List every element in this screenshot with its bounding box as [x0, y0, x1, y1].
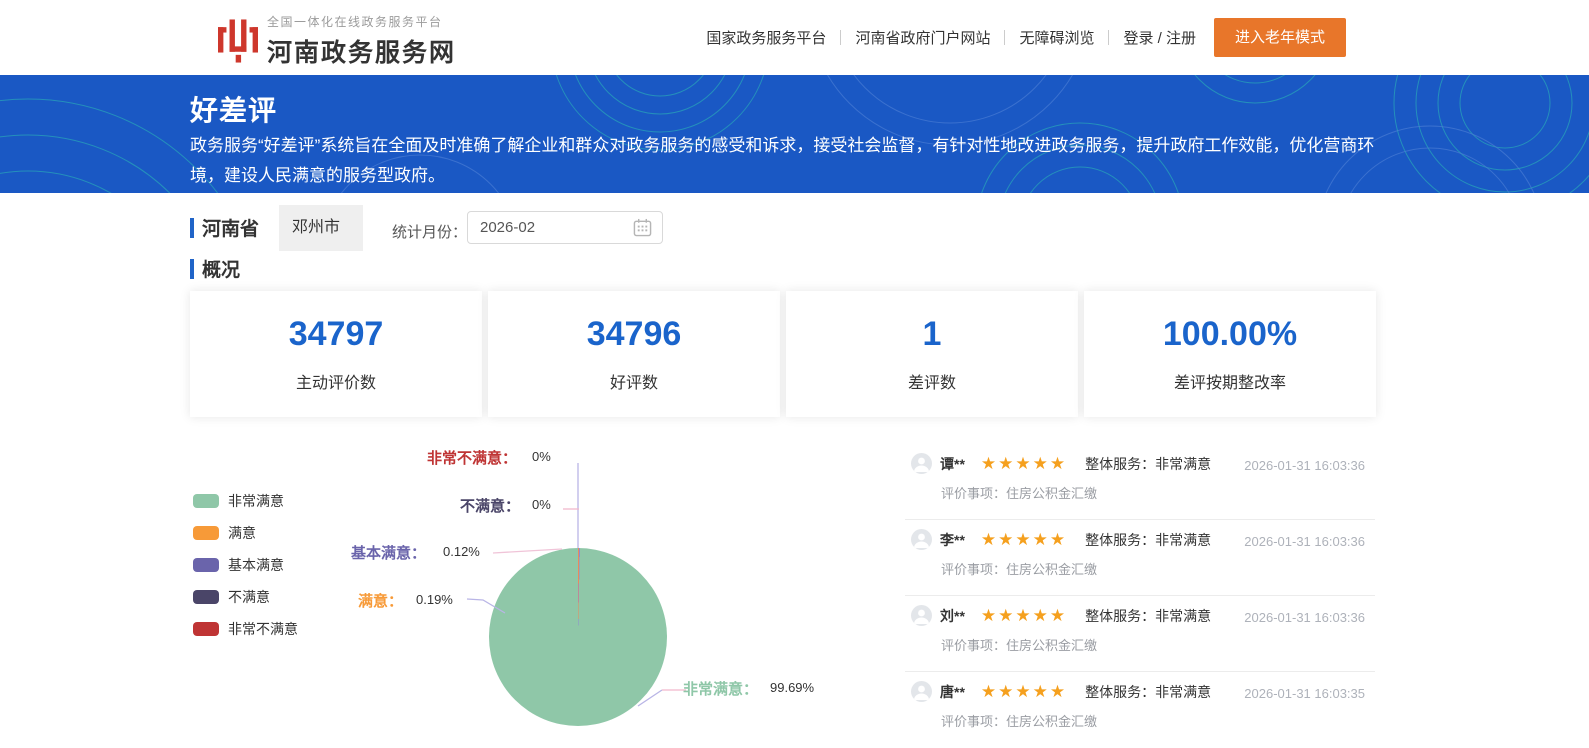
stat-label: 差评数	[907, 375, 956, 392]
top-header: 全国一体化在线政务服务平台 河南政务服务网 国家政务服务平台 河南省政府门户网站…	[0, 0, 1589, 75]
nav-henan-portal[interactable]: 河南省政府门户网站	[855, 27, 990, 48]
city-select[interactable]: 邓州市	[279, 205, 363, 251]
month-picker-value[interactable]: 2026-02	[480, 219, 633, 236]
review-timestamp: 2026-01-31 16:03:36	[1244, 534, 1365, 549]
stat-value: 34796	[586, 315, 682, 353]
top-nav: 国家政务服务平台 河南省政府门户网站 无障碍浏览 登录 / 注册 进入老年模式	[706, 0, 1346, 75]
reviewer-name: 唐**	[940, 683, 965, 700]
page-description: 政务服务“好差评”系统旨在全面及时准确了解企业和群众对政务服务的感受和诉求，接受…	[190, 136, 1375, 185]
review-service-item: 评价事项：住房公积金汇缴	[941, 638, 1098, 653]
legend-swatch	[193, 590, 219, 604]
stat-label: 好评数	[609, 375, 658, 392]
nav-separator	[840, 30, 842, 45]
review-service-item: 评价事项：住房公积金汇缴	[941, 562, 1098, 577]
pie-circle	[489, 548, 667, 726]
callout-value-very-unsatisfied: 0%	[532, 449, 551, 464]
star-rating: ★★★★★	[980, 681, 1068, 701]
stat-card-good-reviews: 34796 好评数	[488, 291, 780, 417]
overview-stats: 34797 主动评价数 34796 好评数 1 差评数 100.00% 差评按期…	[190, 291, 1376, 417]
stat-card-rectification-rate: 100.00% 差评按期整改率	[1084, 291, 1376, 417]
callout-value-unsatisfied: 0%	[532, 497, 551, 512]
review-timestamp: 2026-01-31 16:03:36	[1244, 458, 1365, 473]
legend-item-very-satisfied[interactable]: 非常满意	[193, 491, 298, 511]
legend-swatch	[193, 526, 219, 540]
reviewer-name: 李**	[940, 531, 965, 548]
overall-service-rating: 整体服务：非常满意	[1085, 607, 1212, 624]
callout-label-very-satisfied: 非常满意：	[683, 681, 759, 698]
legend-item-satisfied[interactable]: 满意	[193, 523, 298, 543]
stat-value: 1	[922, 315, 942, 353]
callout-value-very-satisfied: 99.69%	[770, 680, 815, 695]
elder-mode-button[interactable]: 进入老年模式	[1213, 18, 1346, 57]
province-label: 河南省	[190, 214, 259, 241]
page-title: 好差评	[190, 95, 278, 126]
star-rating: ★★★★★	[980, 605, 1068, 625]
reviewer-name: 谭**	[940, 455, 965, 472]
callout-label-unsatisfied: 不满意：	[460, 498, 521, 515]
review-row: 唐** ★★★★★ 整体服务：非常满意 2026-01-31 16:03:35 …	[905, 672, 1375, 748]
nav-separator	[1004, 30, 1006, 45]
nav-national-platform[interactable]: 国家政务服务平台	[706, 27, 826, 48]
stat-label: 主动评价数	[295, 375, 376, 392]
page-banner: 好差评 政务服务“好差评”系统旨在全面及时准确了解企业和群众对政务服务的感受和诉…	[0, 75, 1589, 193]
chart-legend: 非常满意 满意 基本满意 不满意 非常不满意	[193, 491, 298, 639]
stat-card-bad-reviews: 1 差评数	[786, 291, 1078, 417]
review-row: 谭** ★★★★★ 整体服务：非常满意 2026-01-31 16:03:36 …	[905, 444, 1375, 520]
overall-service-rating: 整体服务：非常满意	[1085, 683, 1212, 700]
review-list: 谭** ★★★★★ 整体服务：非常满意 2026-01-31 16:03:36 …	[905, 444, 1375, 748]
legend-swatch	[193, 494, 219, 508]
callout-value-satisfied: 0.19%	[416, 592, 453, 607]
legend-item-unsatisfied[interactable]: 不满意	[193, 587, 298, 607]
logo-subtitle: 全国一体化在线政务服务平台	[267, 15, 443, 29]
review-row: 李** ★★★★★ 整体服务：非常满意 2026-01-31 16:03:36 …	[905, 520, 1375, 596]
calendar-icon[interactable]	[633, 218, 652, 237]
stat-value: 100.00%	[1162, 315, 1298, 353]
nav-accessibility[interactable]: 无障碍浏览	[1019, 27, 1094, 48]
month-picker-input[interactable]: 2026-02	[467, 211, 663, 244]
legend-swatch	[193, 558, 219, 572]
avatar-icon	[911, 453, 932, 474]
section-bar	[190, 217, 194, 238]
avatar-icon	[911, 529, 932, 550]
reviewer-name: 刘**	[940, 607, 965, 624]
callout-label-basically-satisfied: 基本满意：	[351, 545, 427, 562]
avatar-icon	[911, 681, 932, 702]
stat-value: 34797	[288, 315, 384, 353]
review-timestamp: 2026-01-31 16:03:35	[1244, 686, 1365, 701]
review-service-item: 评价事项：住房公积金汇缴	[941, 714, 1098, 729]
section-bar	[190, 258, 194, 279]
callout-value-basically-satisfied: 0.12%	[443, 544, 480, 559]
nav-separator	[1108, 30, 1110, 45]
legend-item-basically-satisfied[interactable]: 基本满意	[193, 555, 298, 575]
site-logo: 全国一体化在线政务服务平台 河南政务服务网	[218, 13, 456, 69]
callout-label-very-unsatisfied: 非常不满意：	[427, 450, 518, 467]
callout-label-satisfied: 满意：	[358, 593, 404, 610]
month-filter-label: 统计月份：	[392, 224, 468, 241]
overall-service-rating: 整体服务：非常满意	[1085, 455, 1212, 472]
stat-card-total-evaluations: 34797 主动评价数	[190, 291, 482, 417]
stat-label: 差评按期整改率	[1173, 375, 1286, 392]
legend-item-very-unsatisfied[interactable]: 非常不满意	[193, 619, 298, 639]
avatar-icon	[911, 605, 932, 626]
logo-title: 河南政务服务网	[267, 39, 457, 67]
review-service-item: 评价事项：住房公积金汇缴	[941, 486, 1098, 501]
nav-login-register[interactable]: 登录 / 注册	[1123, 27, 1196, 48]
review-timestamp: 2026-01-31 16:03:36	[1244, 610, 1365, 625]
star-rating: ★★★★★	[980, 529, 1068, 549]
star-rating: ★★★★★	[980, 453, 1068, 473]
review-row: 刘** ★★★★★ 整体服务：非常满意 2026-01-31 16:03:36 …	[905, 596, 1375, 672]
overall-service-rating: 整体服务：非常满意	[1085, 531, 1212, 548]
legend-swatch	[193, 622, 219, 636]
satisfaction-pie-chart: 非常满意 满意 基本满意 不满意 非常不满意 非常不满意： 0% 不满意： 0%…	[190, 430, 890, 742]
gov-emblem-icon	[218, 19, 258, 63]
overview-section-title: 概况	[190, 255, 240, 282]
